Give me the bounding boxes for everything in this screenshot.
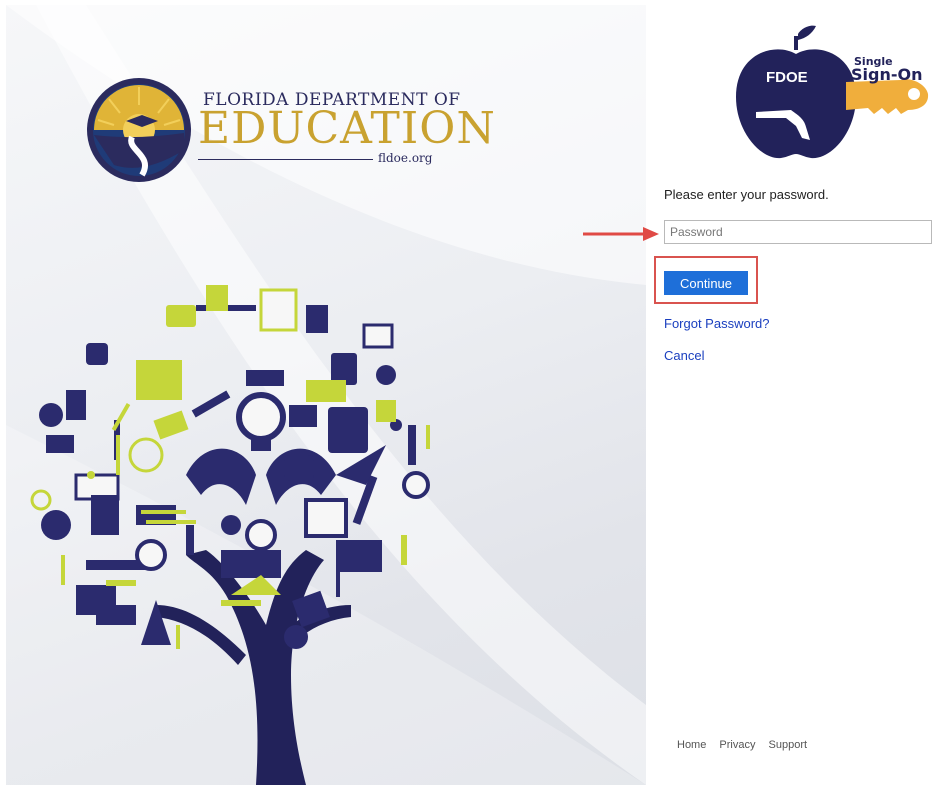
- footer-link-privacy[interactable]: Privacy: [719, 739, 755, 751]
- footer-links: Home Privacy Support: [677, 739, 817, 751]
- login-panel: FDOE Single Sign-On Please enter your pa…: [646, 0, 943, 785]
- sso-signon-text: Sign-On: [851, 65, 922, 84]
- red-arrow-icon: [583, 227, 659, 241]
- tree-illustration: [30, 285, 430, 785]
- apple-icon: [736, 25, 856, 159]
- hero-panel: FLORIDA DEPARTMENT OF EDUCATION fldoe.or…: [6, 5, 646, 785]
- cancel-link[interactable]: Cancel: [664, 348, 704, 363]
- continue-button[interactable]: Continue: [664, 271, 748, 295]
- forgot-password-link[interactable]: Forgot Password?: [664, 316, 770, 331]
- sso-logo: FDOE Single Sign-On: [736, 25, 929, 159]
- sso-fdoe-text: FDOE: [766, 69, 808, 86]
- footer-link-support[interactable]: Support: [769, 739, 808, 751]
- password-input[interactable]: [664, 220, 932, 244]
- footer-link-home[interactable]: Home: [677, 739, 706, 751]
- password-prompt: Please enter your password.: [664, 187, 829, 202]
- continue-highlight-box: Continue: [654, 256, 758, 304]
- key-icon: [846, 79, 929, 114]
